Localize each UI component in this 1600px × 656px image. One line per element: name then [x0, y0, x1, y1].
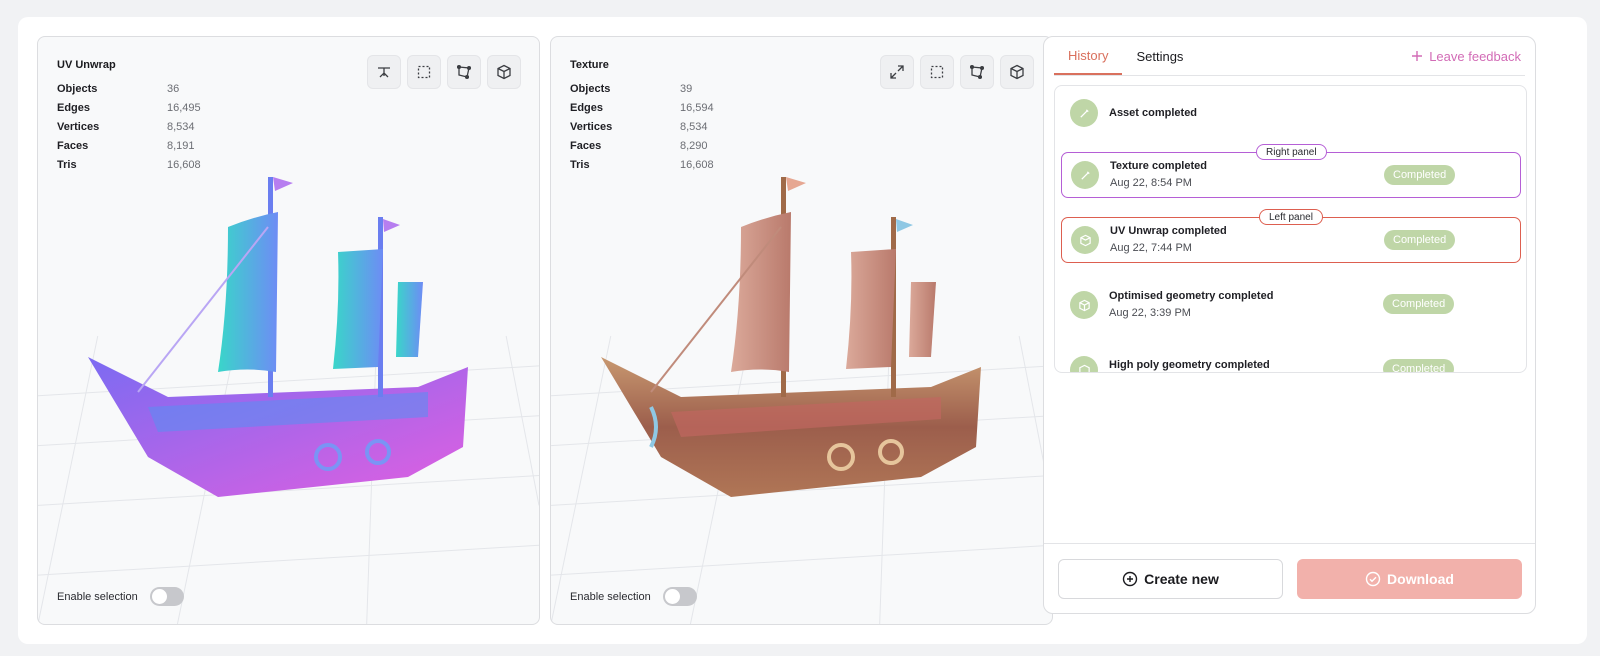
tab-settings[interactable]: Settings [1122, 37, 1197, 75]
toggle-knob [664, 589, 680, 604]
plus-circle-icon [1122, 571, 1138, 587]
stat-faces: Faces 8,191 [57, 139, 195, 152]
stat-objects: Objects 39 [570, 82, 693, 95]
cube-icon [1070, 291, 1098, 319]
selection-box-icon [930, 65, 944, 79]
left-panel-tag: Left panel [1259, 209, 1323, 225]
cube-icon [1070, 356, 1098, 372]
viewer-toolbar [880, 55, 1034, 89]
stat-objects: Objects 36 [57, 82, 180, 95]
create-new-label: Create new [1144, 571, 1219, 587]
history-item-title: Optimised geometry completed [1109, 290, 1274, 302]
vertex-path-button[interactable] [447, 55, 481, 89]
history-item-title: UV Unwrap completed [1110, 225, 1227, 237]
status-badge: Completed [1383, 359, 1455, 372]
vertex-path-button[interactable] [960, 55, 994, 89]
enable-selection-toggle[interactable] [149, 587, 184, 606]
enable-selection-label: Enable selection [570, 590, 651, 603]
history-item-optimised-geometry[interactable]: Optimised geometry completed Aug 22, 3:3… [1061, 282, 1521, 328]
stat-faces: Faces 8,290 [570, 139, 708, 152]
vertex-path-icon [969, 64, 985, 80]
history-item-title: Asset completed [1109, 106, 1198, 119]
leave-feedback-label: Leave feedback [1429, 48, 1521, 64]
create-new-button[interactable]: Create new [1058, 559, 1283, 599]
history-item-date: Aug 22, 8:54 PM [1110, 177, 1192, 189]
leave-feedback-link[interactable]: Leave feedback [1411, 37, 1525, 75]
stat-tris: Tris 16,608 [570, 158, 714, 171]
cube-view-button[interactable] [487, 55, 521, 89]
selection-box-button[interactable] [407, 55, 441, 89]
expand-icon [890, 65, 904, 79]
cube-icon [497, 64, 511, 80]
sidebar-tabs: History Settings Leave feedback [1054, 37, 1525, 76]
brush-icon [1070, 99, 1098, 127]
stat-edges: Edges 16,495 [57, 101, 201, 114]
texture-viewer[interactable]: Texture Objects 39 Edges 16,594 Vertices 8,… [550, 36, 1053, 625]
scissor-icon [378, 67, 390, 78]
stat-edges: Edges 16,594 [570, 101, 714, 114]
enable-selection-control: Enable selection [570, 587, 697, 606]
status-badge: Completed [1384, 230, 1456, 250]
history-item-uv-unwrap[interactable]: Left panel UV Unwrap completed Aug 22, 7… [1061, 209, 1521, 263]
status-badge: Completed [1384, 165, 1456, 185]
selection-box-icon [417, 65, 431, 79]
stat-vertices: Vertices 8,534 [57, 120, 195, 133]
ship-model-uv [88, 177, 468, 497]
vertex-path-icon [456, 64, 472, 80]
viewer-toolbar [367, 55, 521, 89]
history-item-texture[interactable]: Right panel Texture completed Aug 22, 8:… [1061, 144, 1521, 198]
cube-view-button[interactable] [1000, 55, 1034, 89]
plus-icon [1412, 51, 1423, 61]
download-label: Download [1387, 571, 1454, 587]
history-item-date: Aug 22, 7:44 PM [1110, 242, 1192, 254]
app-window: UV Unwrap Objects 36 Edges 16,495 Vertices… [18, 17, 1587, 644]
download-button[interactable]: Download [1297, 559, 1522, 599]
cube-icon [1010, 64, 1024, 80]
history-item-date: Aug 22, 3:39 PM [1109, 307, 1191, 319]
brush-icon [1071, 161, 1099, 189]
uv-unwrap-viewer[interactable]: UV Unwrap Objects 36 Edges 16,495 Vertices… [37, 36, 540, 625]
ship-model-textured [601, 177, 981, 497]
history-item-title: Texture completed [1110, 160, 1207, 172]
history-item-title: High poly geometry completed [1109, 358, 1270, 371]
stat-tris: Tris 16,608 [57, 158, 201, 171]
selection-box-button[interactable] [920, 55, 954, 89]
check-circle-icon [1365, 571, 1381, 587]
history-item-high-poly[interactable]: High poly geometry completed Completed [1061, 347, 1521, 372]
enable-selection-toggle[interactable] [662, 587, 697, 606]
viewer-title: Texture [570, 59, 609, 71]
right-panel-tag: Right panel [1256, 144, 1327, 160]
mesh-stats: Texture Objects 39 Edges 16,594 Vertices 8,… [570, 59, 714, 174]
history-list: Asset completed Right panel Texture comp… [1054, 85, 1527, 373]
sidebar-footer: Create new Download [1044, 543, 1535, 613]
expand-button[interactable] [880, 55, 914, 89]
mesh-stats: UV Unwrap Objects 36 Edges 16,495 Vertices… [57, 59, 201, 174]
enable-selection-label: Enable selection [57, 590, 138, 603]
history-item-asset[interactable]: Asset completed [1061, 90, 1521, 136]
box-icon [1071, 226, 1099, 254]
tab-history[interactable]: History [1054, 37, 1123, 75]
scissor-tool-button[interactable] [367, 55, 401, 89]
toggle-knob [151, 589, 167, 604]
status-badge: Completed [1383, 294, 1455, 314]
enable-selection-control: Enable selection [57, 587, 184, 606]
viewer-title: UV Unwrap [57, 59, 116, 71]
stat-vertices: Vertices 8,534 [570, 120, 708, 133]
history-sidebar: History Settings Leave feedback Asset co… [1043, 36, 1536, 614]
